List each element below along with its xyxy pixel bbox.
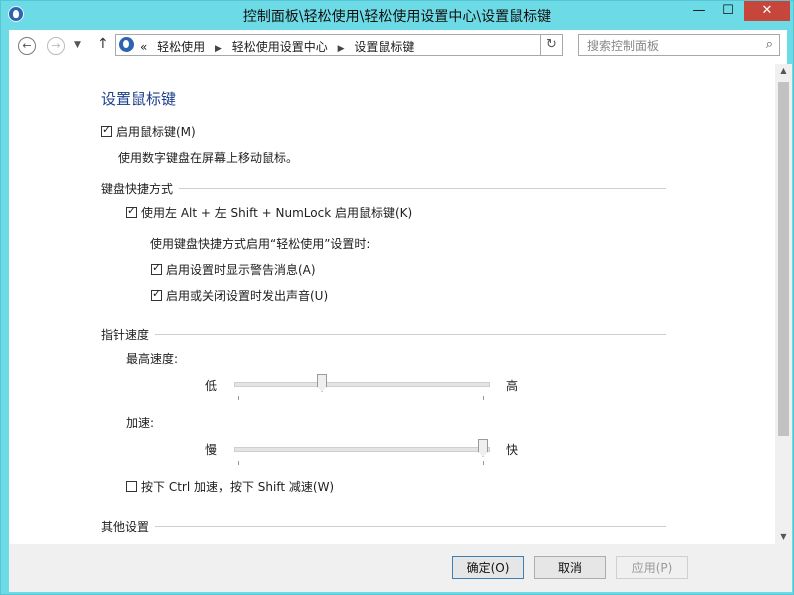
refresh-button[interactable]: ↻ [541,34,563,56]
settings-content: 设置鼠标键 启用鼠标键(M) 使用数字键盘在屏幕上移动鼠标。 键盘快捷方式 使用… [9,64,775,544]
top-speed-slider[interactable] [234,374,490,402]
checkbox-label[interactable]: 启用或关闭设置时发出声音(U) [166,289,328,303]
address-bar[interactable]: « 轻松使用 ▶ 轻松使用设置中心 ▶ 设置鼠标键 [115,34,541,56]
section-heading: 键盘快捷方式 [101,180,180,197]
acceleration-slider[interactable] [234,439,490,467]
show-warning-checkbox[interactable]: 启用设置时显示警告消息(A) [151,261,316,278]
checkbox-checked[interactable] [101,123,112,137]
checkbox-checked[interactable] [126,204,137,218]
checkbox-label[interactable]: 启用设置时显示警告消息(A) [166,263,316,277]
search-box[interactable]: ⌕ [578,34,780,56]
up-button[interactable]: ↑ [97,36,109,52]
page-title: 设置鼠标键 [101,90,177,108]
slider-track[interactable] [234,382,490,387]
divider [101,188,666,189]
section-heading: 其他设置 [101,518,156,535]
chevron-right-icon[interactable]: ▶ [215,44,222,54]
acceleration-fast-label: 快 [506,443,519,457]
acceleration-slow-label: 慢 [205,443,218,457]
maximize-button[interactable]: ☐ [714,1,742,21]
acceleration-label: 加速: [126,416,155,430]
make-sound-checkbox[interactable]: 启用或关闭设置时发出声音(U) [151,287,328,304]
back-button[interactable]: ← [18,37,36,55]
ctrl-shift-checkbox[interactable]: 按下 Ctrl 加速，按下 Shift 减速(W) [126,478,334,495]
chevron-right-icon[interactable]: ▶ [338,44,345,54]
scroll-down-icon[interactable]: ▼ [775,532,792,541]
checkbox-checked[interactable] [151,261,162,275]
breadcrumb-item-ease-of-access[interactable]: 轻松使用 [157,40,205,54]
slider-tick [483,396,484,400]
window: 控制面板\轻松使用\轻松使用设置中心\设置鼠标键 — ☐ ✕ ← → ▼ ↑ «… [0,0,794,595]
breadcrumb-overflow[interactable]: « [140,40,147,54]
slider-track[interactable] [234,447,490,452]
slider-thumb[interactable] [317,374,327,392]
top-speed-label: 最高速度: [126,352,179,366]
top-speed-high-label: 高 [506,379,519,393]
shortcut-enable-checkbox[interactable]: 使用左 Alt + 左 Shift + NumLock 启用鼠标键(K) [126,204,412,221]
slider-thumb[interactable] [478,439,488,457]
cancel-button[interactable]: 取消 [534,556,606,579]
breadcrumb-item-mouse-keys[interactable]: 设置鼠标键 [354,40,414,54]
control-panel-icon [119,37,134,52]
checkbox-unchecked[interactable] [126,481,137,492]
divider [101,334,666,335]
checkbox-checked[interactable] [151,287,162,301]
dialog-footer: 确定(O) 取消 应用(P) [9,544,792,592]
slider-tick [238,461,239,465]
scroll-thumb[interactable] [778,82,789,436]
checkbox-label[interactable]: 按下 Ctrl 加速，按下 Shift 减速(W) [141,480,334,494]
vertical-scrollbar[interactable]: ▲ ▼ [775,64,792,544]
top-speed-low-label: 低 [205,379,218,393]
navigation-bar: ← → ▼ ↑ « 轻松使用 ▶ 轻松使用设置中心 ▶ 设置鼠标键 ↻ ⌕ [9,30,787,64]
recent-locations-icon[interactable]: ▼ [74,40,81,50]
search-icon[interactable]: ⌕ [766,37,773,52]
forward-button[interactable]: → [47,37,65,55]
breadcrumb-item-ease-center[interactable]: 轻松使用设置中心 [232,40,328,54]
search-input[interactable] [585,37,759,55]
title-bar[interactable]: 控制面板\轻松使用\轻松使用设置中心\设置鼠标键 — ☐ ✕ [1,1,793,29]
section-heading: 指针速度 [101,326,156,343]
divider [101,526,666,527]
checkbox-label[interactable]: 使用左 Alt + 左 Shift + NumLock 启用鼠标键(K) [141,206,412,220]
window-title: 控制面板\轻松使用\轻松使用设置中心\设置鼠标键 [242,9,552,25]
slider-tick [483,461,484,465]
ok-button[interactable]: 确定(O) [452,556,524,579]
slider-tick [238,396,239,400]
close-button[interactable]: ✕ [744,1,790,21]
checkbox-label[interactable]: 启用鼠标键(M) [116,125,196,139]
shortcut-when-text: 使用键盘快捷方式启用“轻松使用”设置时: [150,237,371,251]
scroll-up-icon[interactable]: ▲ [775,66,792,75]
enable-mousekeys-checkbox[interactable]: 启用鼠标键(M) [101,123,196,140]
minimize-button[interactable]: — [685,1,713,21]
breadcrumb: « 轻松使用 ▶ 轻松使用设置中心 ▶ 设置鼠标键 [140,38,420,55]
enable-description: 使用数字键盘在屏幕上移动鼠标。 [118,151,299,165]
apply-button[interactable]: 应用(P) [616,556,688,579]
